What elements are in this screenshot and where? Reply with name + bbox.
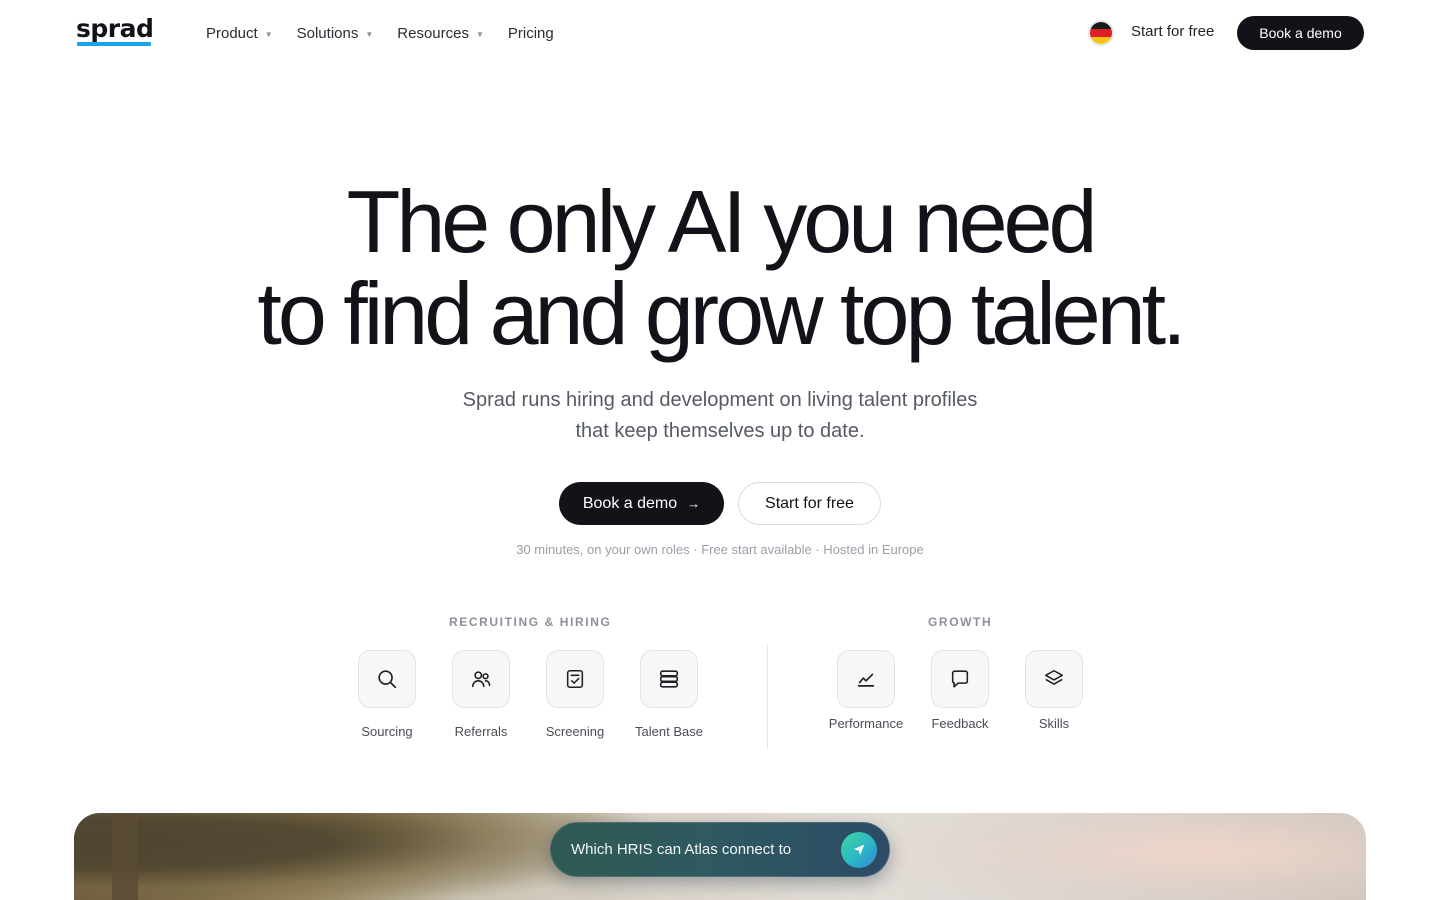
feature-referrals[interactable]: Referrals bbox=[441, 650, 521, 740]
nav-start-free-link[interactable]: Start for free bbox=[1131, 23, 1214, 40]
hero-start-free-button[interactable]: Start for free bbox=[738, 482, 881, 525]
feature-sourcing-label: Sourcing bbox=[361, 724, 413, 739]
flag-stripe-gold bbox=[1090, 36, 1112, 44]
message-icon bbox=[931, 650, 989, 708]
feature-skills[interactable]: Skills bbox=[1014, 650, 1094, 732]
chevron-down-icon: ▼ bbox=[365, 29, 374, 39]
hero-book-demo-button[interactable]: Book a demo → bbox=[559, 482, 724, 525]
chevron-down-icon: ▼ bbox=[475, 29, 484, 39]
menu-solutions-label: Solutions bbox=[296, 24, 359, 42]
hero-subtitle-line-1: Sprad runs hiring and development on liv… bbox=[462, 389, 978, 411]
feature-feedback-label: Feedback bbox=[931, 716, 989, 731]
menu-pricing-label: Pricing bbox=[507, 24, 554, 42]
users-icon bbox=[452, 650, 510, 708]
trend-chart-icon bbox=[837, 650, 895, 708]
top-nav: sprad Product ▼ Solutions ▼ Resources ▼ … bbox=[0, 0, 1440, 66]
atlas-prompt-bar[interactable]: Which HRIS can Atlas connect to bbox=[550, 822, 890, 877]
growth-group-label: GROWTH bbox=[928, 615, 993, 629]
group-divider bbox=[767, 644, 768, 749]
feature-screening[interactable]: Screening bbox=[535, 650, 615, 740]
germany-flag-icon[interactable] bbox=[1088, 20, 1114, 46]
hero-title-line-1: The only AI you need bbox=[346, 172, 1098, 271]
hero-subtitle: Sprad runs hiring and development on liv… bbox=[0, 385, 1440, 447]
logo-text: sprad bbox=[76, 14, 154, 43]
logo[interactable]: sprad bbox=[76, 14, 154, 47]
menu-pricing[interactable]: Pricing bbox=[508, 22, 554, 44]
search-icon bbox=[358, 650, 416, 708]
feature-referrals-label: Referrals bbox=[454, 724, 508, 739]
logo-underline bbox=[77, 42, 151, 46]
feature-performance-label: Performance bbox=[828, 716, 904, 731]
sunset-clouds bbox=[846, 813, 1366, 900]
recruiting-group-label: RECRUITING & HIRING bbox=[449, 615, 612, 629]
database-icon bbox=[640, 650, 698, 708]
menu-resources[interactable]: Resources ▼ bbox=[397, 22, 484, 44]
feature-sourcing[interactable]: Sourcing bbox=[347, 650, 427, 740]
hero-subtitle-line-2: that keep themselves up to date. bbox=[575, 420, 865, 442]
feature-screening-label: Screening bbox=[545, 724, 605, 739]
feature-talent-base-label: Talent Base bbox=[635, 724, 703, 739]
flag-stripe-red bbox=[1090, 29, 1112, 37]
menu-product-label: Product bbox=[206, 24, 258, 42]
menu-resources-label: Resources bbox=[397, 24, 469, 42]
feature-performance[interactable]: Performance bbox=[826, 650, 906, 732]
tree-trunk bbox=[112, 813, 138, 900]
layers-icon bbox=[1025, 650, 1083, 708]
chevron-down-icon: ▼ bbox=[264, 29, 273, 39]
feature-skills-label: Skills bbox=[1038, 716, 1070, 731]
hero-note: 30 minutes, on your own roles · Free sta… bbox=[516, 542, 924, 557]
atlas-prompt-text: Which HRIS can Atlas connect to bbox=[571, 841, 792, 858]
hero-book-demo-label: Book a demo bbox=[582, 494, 678, 512]
send-arrow-icon[interactable] bbox=[841, 831, 877, 868]
menu-solutions[interactable]: Solutions ▼ bbox=[297, 22, 374, 44]
hero-title: The only AI you need to find and grow to… bbox=[0, 176, 1440, 360]
feature-talent-base[interactable]: Talent Base bbox=[629, 650, 709, 740]
feature-feedback[interactable]: Feedback bbox=[920, 650, 1000, 732]
hero-title-line-2: to find and grow top talent. bbox=[257, 264, 1186, 363]
flag-stripe-black bbox=[1090, 22, 1112, 30]
clipboard-check-icon bbox=[546, 650, 604, 708]
nav-book-demo-button[interactable]: Book a demo bbox=[1237, 16, 1364, 50]
arrow-right-icon: → bbox=[687, 496, 701, 511]
main-menu: Product ▼ Solutions ▼ Resources ▼ Pricin… bbox=[206, 22, 578, 44]
menu-product[interactable]: Product ▼ bbox=[206, 22, 273, 44]
